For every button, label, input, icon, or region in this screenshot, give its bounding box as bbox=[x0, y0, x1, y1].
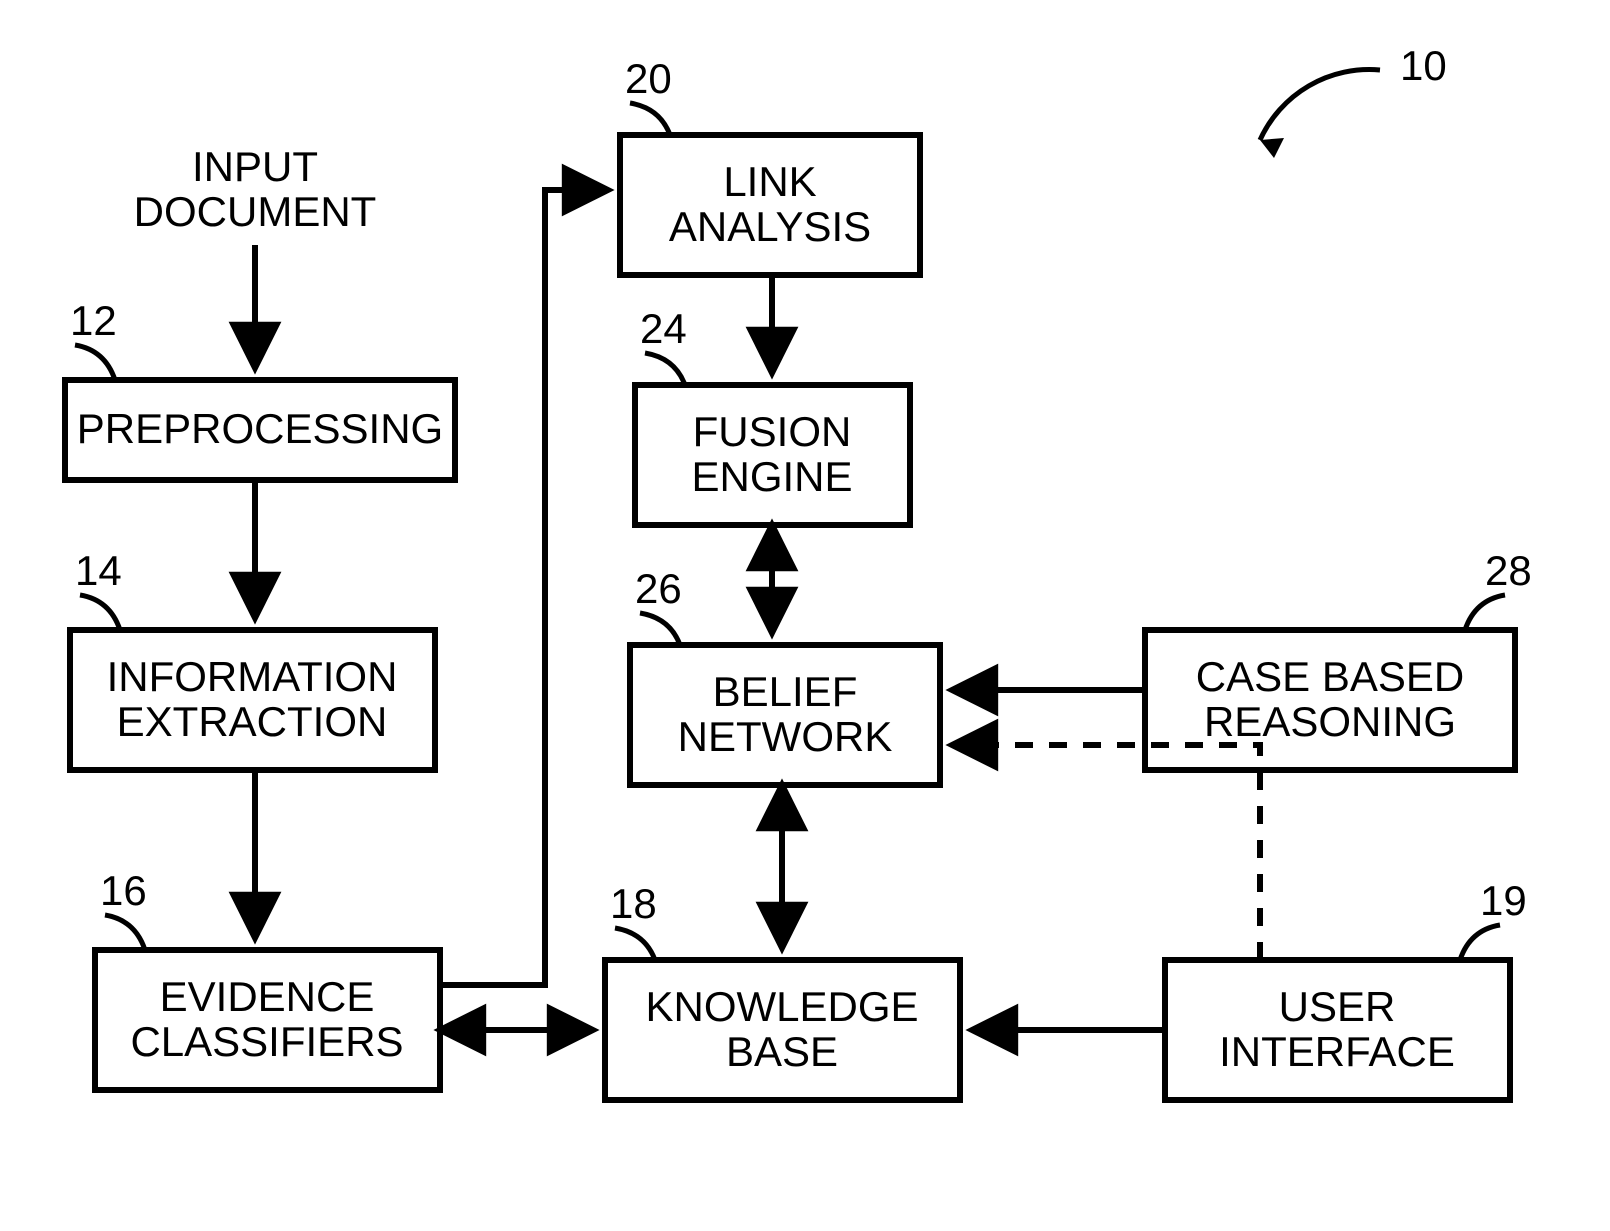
overall-ref: 10 bbox=[1260, 42, 1447, 158]
belief-network-l1: BELIEF bbox=[713, 668, 858, 715]
evidence-classifiers-l1: EVIDENCE bbox=[160, 973, 375, 1020]
fusion-engine-l2: ENGINE bbox=[691, 453, 852, 500]
knowledge-base-l1: KNOWLEDGE bbox=[645, 983, 918, 1030]
belief-network-block: BELIEF NETWORK 26 bbox=[630, 565, 940, 785]
cbr-l2: REASONING bbox=[1204, 698, 1456, 745]
input-label-l2: DOCUMENT bbox=[134, 188, 377, 235]
input-document-label: INPUT DOCUMENT bbox=[134, 143, 377, 235]
knowledge-base-ref: 18 bbox=[610, 880, 657, 927]
info-extraction-l2: EXTRACTION bbox=[117, 698, 388, 745]
evidence-classifiers-ref: 16 bbox=[100, 867, 147, 914]
user-interface-block: USER INTERFACE 19 bbox=[1165, 877, 1527, 1100]
ui-l1: USER bbox=[1279, 983, 1396, 1030]
arrow-ui-to-belief-dashed bbox=[952, 745, 1260, 960]
link-analysis-l2: ANALYSIS bbox=[669, 203, 871, 250]
belief-network-ref: 26 bbox=[635, 565, 682, 612]
case-based-reasoning-block: CASE BASED REASONING 28 bbox=[1145, 547, 1532, 770]
evidence-classifiers-l2: CLASSIFIERS bbox=[130, 1018, 403, 1065]
ui-ref: 19 bbox=[1480, 877, 1527, 924]
knowledge-base-l2: BASE bbox=[726, 1028, 838, 1075]
preprocessing-ref: 12 bbox=[70, 297, 117, 344]
overall-ref-number: 10 bbox=[1400, 42, 1447, 89]
arrow-evidence-to-link bbox=[440, 190, 608, 985]
cbr-ref: 28 bbox=[1485, 547, 1532, 594]
fusion-engine-ref: 24 bbox=[640, 305, 687, 352]
link-analysis-block: LINK ANALYSIS 20 bbox=[620, 55, 920, 275]
link-analysis-ref: 20 bbox=[625, 55, 672, 102]
info-extraction-ref: 14 bbox=[75, 547, 122, 594]
evidence-classifiers-block: EVIDENCE CLASSIFIERS 16 bbox=[95, 867, 440, 1090]
input-label-l1: INPUT bbox=[192, 143, 318, 190]
system-diagram: 10 INPUT DOCUMENT PREPROCESSING 12 INFOR… bbox=[0, 0, 1610, 1231]
info-extraction-l1: INFORMATION bbox=[107, 653, 398, 700]
cbr-l1: CASE BASED bbox=[1196, 653, 1464, 700]
ui-l2: INTERFACE bbox=[1219, 1028, 1455, 1075]
fusion-engine-l1: FUSION bbox=[693, 408, 852, 455]
link-analysis-l1: LINK bbox=[723, 158, 816, 205]
preprocessing-label: PREPROCESSING bbox=[77, 405, 443, 452]
preprocessing-block: PREPROCESSING 12 bbox=[65, 297, 455, 480]
belief-network-l2: NETWORK bbox=[678, 713, 893, 760]
